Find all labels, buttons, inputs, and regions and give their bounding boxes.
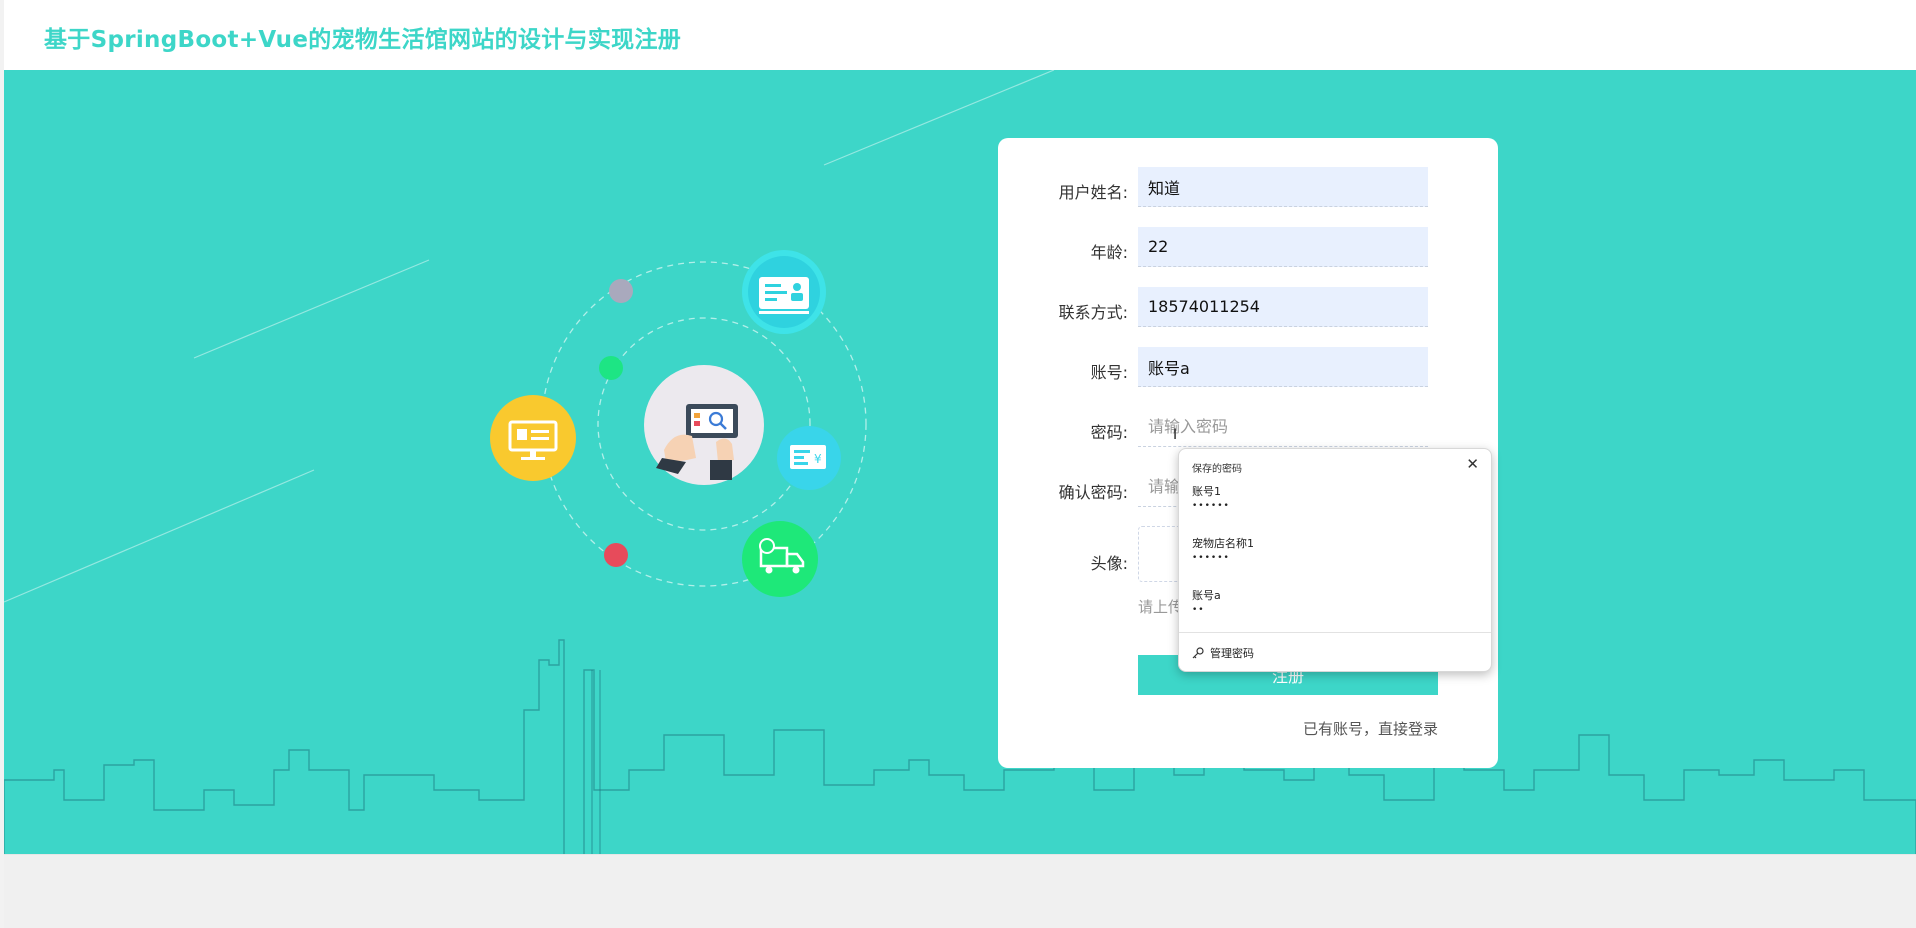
field-age-row: 年龄:	[998, 227, 1498, 269]
entry-password-mask: ••	[1192, 605, 1205, 615]
tower-lines	[591, 670, 601, 854]
popup-divider	[1179, 632, 1491, 633]
red-dot	[604, 543, 628, 567]
age-input[interactable]	[1138, 227, 1428, 267]
account-input[interactable]	[1138, 347, 1428, 387]
field-password-row: 密码:	[998, 407, 1498, 449]
field-contact-row: 联系方式:	[998, 287, 1498, 329]
password-input[interactable]	[1138, 407, 1428, 447]
deco-line	[193, 259, 430, 359]
entry-username: 宠物店名称1	[1192, 537, 1254, 550]
delivery-truck-icon	[742, 521, 818, 597]
contact-input[interactable]	[1138, 287, 1428, 327]
header: 基于SpringBoot+Vue的宠物生活馆网站的设计与实现注册	[4, 0, 1916, 70]
entry-username: 账号a	[1192, 589, 1221, 602]
deco-line	[4, 469, 315, 603]
key-icon	[1192, 647, 1204, 659]
upload-tip: 请上传	[1138, 598, 1184, 616]
text-cursor-icon: I	[1173, 427, 1178, 443]
green-dot	[599, 356, 623, 380]
field-username-row: 用户姓名:	[998, 167, 1498, 209]
hero-background: ¥	[4, 70, 1916, 854]
manage-passwords-label: 管理密码	[1210, 647, 1254, 660]
id-card-icon	[742, 250, 826, 334]
entry-password-mask: ••••••	[1192, 553, 1230, 563]
saved-password-entry[interactable]: 账号a ••	[1192, 587, 1472, 615]
manage-passwords-button[interactable]: 管理密码	[1192, 645, 1254, 661]
tablet-search-icon	[644, 365, 764, 485]
field-confirm-password-label: 确认密码:	[1058, 483, 1128, 502]
close-icon[interactable]: ✕	[1466, 455, 1479, 473]
login-link[interactable]: 已有账号，直接登录	[1303, 718, 1438, 739]
entry-username: 账号1	[1192, 485, 1221, 498]
saved-password-entry[interactable]: 宠物店名称1 ••••••	[1192, 535, 1472, 563]
city-skyline	[4, 639, 1916, 854]
entry-password-mask: ••••••	[1192, 501, 1230, 511]
field-account-label: 账号:	[1090, 363, 1128, 382]
hero-illustration: ¥	[4, 70, 1916, 854]
register-page: 基于SpringBoot+Vue的宠物生活馆网站的设计与实现注册 ¥ 用户姓名:…	[0, 0, 1916, 928]
page-title: 基于SpringBoot+Vue的宠物生活馆网站的设计与实现注册	[44, 27, 682, 53]
field-password-label: 密码:	[1090, 423, 1128, 442]
gray-dot	[609, 279, 633, 303]
field-age-label: 年龄:	[1090, 243, 1128, 262]
monitor-icon	[490, 395, 576, 481]
saved-password-entry[interactable]: 账号1 ••••••	[1192, 483, 1472, 511]
saved-passwords-popup: 保存的密码 ✕ 账号1 •••••• 宠物店名称1 •••••• 账号a •• …	[1178, 448, 1492, 672]
svg-text:¥: ¥	[814, 452, 822, 466]
popup-title: 保存的密码	[1192, 464, 1242, 475]
payment-card-icon: ¥	[777, 426, 841, 490]
field-contact-label: 联系方式:	[1058, 303, 1128, 322]
field-avatar-label: 头像:	[1090, 554, 1128, 573]
field-username-label: 用户姓名:	[1058, 183, 1128, 202]
footer	[4, 854, 1916, 928]
field-account-row: 账号:	[998, 347, 1498, 389]
username-input[interactable]	[1138, 167, 1428, 207]
